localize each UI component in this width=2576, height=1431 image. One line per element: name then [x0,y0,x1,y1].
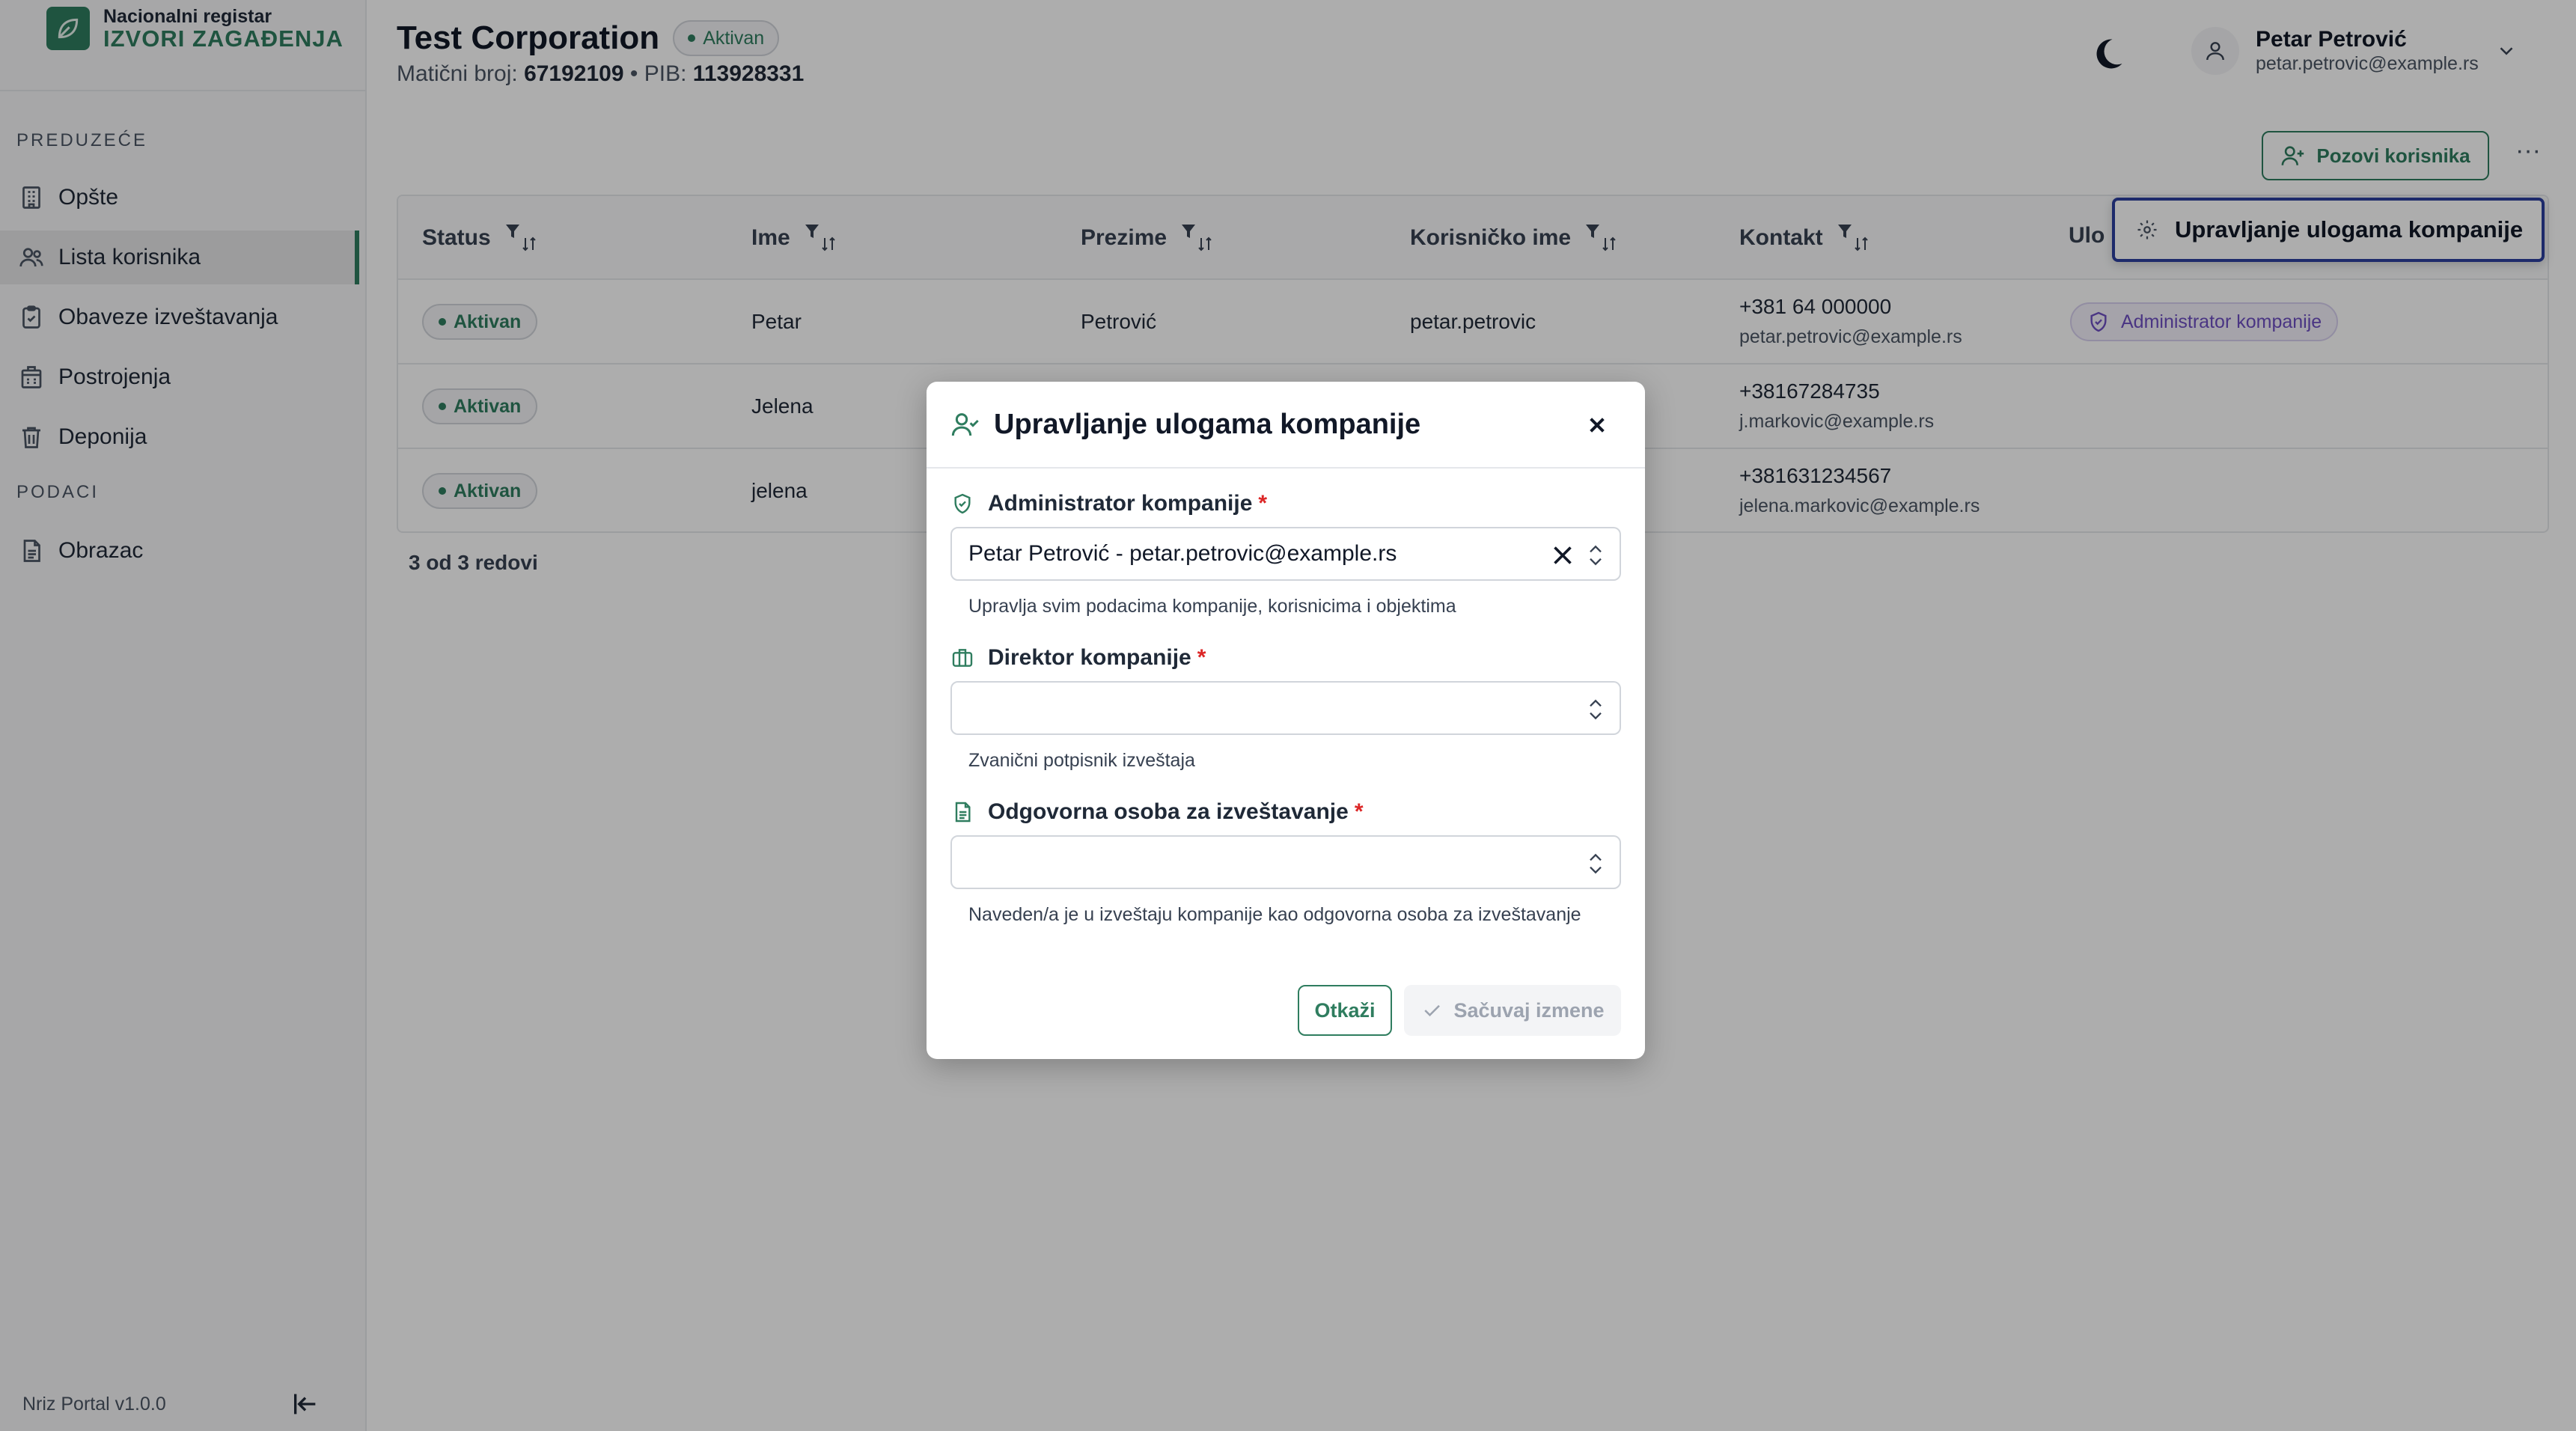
clear-icon[interactable] [1549,542,1576,569]
shield-icon [954,493,971,514]
dialog-title: Upravljanje ulogama kompanije [994,408,1421,440]
manage-roles-dialog: Upravljanje ulogama kompanije Administra… [927,382,1645,1059]
required-marker: * [1197,645,1206,670]
director-label: Direktor kompanije * [950,645,1206,671]
chevron-updown-icon [1590,699,1602,720]
reporting-person-hint: Naveden/a je u izveštaju kompanije kao o… [968,904,1581,925]
document-icon [955,802,971,823]
check-icon [1424,1004,1441,1017]
close-icon[interactable] [1582,410,1612,440]
chevron-updown-icon [1590,545,1602,566]
field-label-text: Administrator kompanije [988,491,1253,516]
director-select[interactable] [950,681,1621,735]
save-label: Sačuvaj izmene [1453,998,1605,1022]
required-marker: * [1354,799,1364,824]
dialog-header: Upravljanje ulogama kompanije [927,382,1645,469]
user-check-icon [951,413,979,436]
administrator-select[interactable]: Petar Petrović - petar.petrovic@example.… [950,527,1621,581]
administrator-label: Administrator kompanije * [950,491,1267,516]
reporting-person-label: Odgovorna osoba za izveštavanje * [950,799,1364,825]
save-button[interactable]: Sačuvaj izmene [1404,985,1621,1036]
required-marker: * [1258,491,1268,516]
reporting-person-select[interactable] [950,835,1621,889]
briefcase-icon [952,649,973,667]
select-value: Petar Petrović - petar.petrovic@example.… [968,541,1397,566]
field-label-text: Direktor kompanije [988,645,1191,670]
chevron-updown-icon [1590,853,1602,874]
field-label-text: Odgovorna osoba za izveštavanje [988,799,1349,824]
director-hint: Zvanični potpisnik izveštaja [968,750,1195,771]
cancel-button[interactable]: Otkaži [1298,985,1392,1036]
administrator-hint: Upravlja svim podacima kompanije, korisn… [968,596,1456,617]
